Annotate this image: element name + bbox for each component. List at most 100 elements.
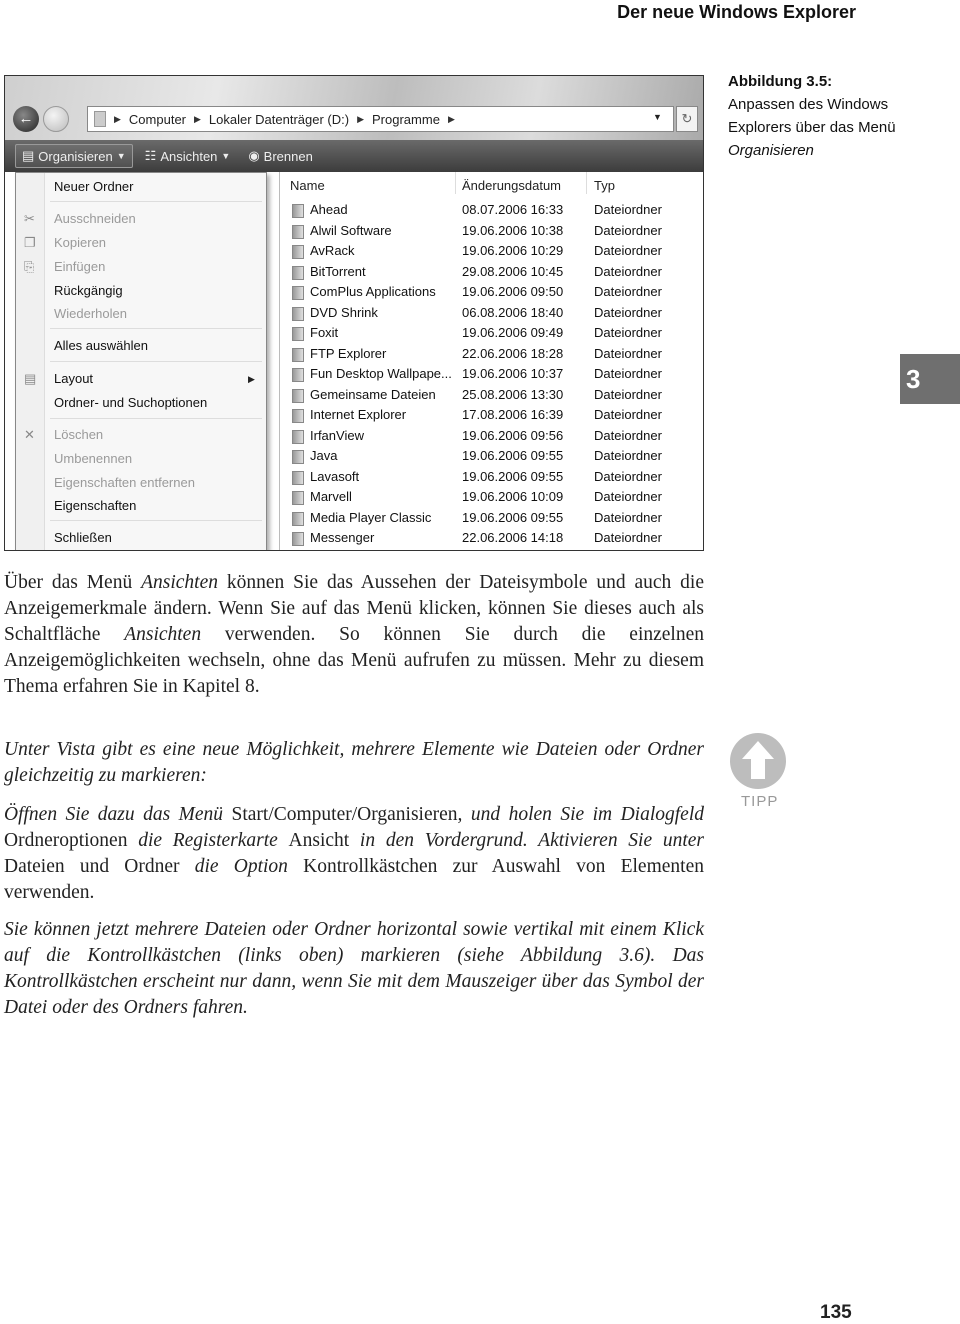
- file-row[interactable]: Fun Desktop Wallpape... 19.06.2006 10:37 D…: [280, 366, 703, 386]
- menu-item[interactable]: Löschen: [54, 427, 103, 442]
- emphasis: , und holen Sie im Dialogfeld: [457, 804, 704, 825]
- file-date: 06.08.2006 18:40: [462, 304, 564, 320]
- forward-button[interactable]: [43, 106, 69, 132]
- folder-icon: [292, 450, 304, 464]
- menu-separator: [50, 201, 262, 202]
- file-type: Dateiordner: [594, 222, 662, 238]
- menu-item[interactable]: Layout: [54, 371, 93, 386]
- menu-item[interactable]: Eigenschaften: [54, 498, 136, 513]
- folder-icon: [292, 511, 304, 526]
- file-type: Dateiordner: [594, 263, 662, 279]
- menu-item[interactable]: Umbenennen: [54, 451, 132, 466]
- file-row[interactable]: FTP Explorer 22.06.2006 18:28 Dateiordner: [280, 346, 703, 366]
- menu-item[interactable]: Ordner- und Suchoptionen: [54, 395, 207, 410]
- back-button[interactable]: ←: [13, 106, 39, 132]
- menu-item[interactable]: Eigenschaften entfernen: [54, 475, 195, 490]
- refresh-button[interactable]: ↻: [676, 106, 698, 132]
- layout-icon: ▤: [24, 371, 37, 386]
- file-row[interactable]: ComPlus Applications 19.06.2006 09:50 Date…: [280, 284, 703, 304]
- file-name: IrfanView: [310, 427, 364, 443]
- tip-paragraph: Sie können jetzt mehrere Dateien oder Or…: [4, 919, 704, 1018]
- column-header-type[interactable]: Typ: [594, 178, 615, 193]
- caption-label: Abbildung 3.5:: [728, 73, 833, 90]
- menu-item[interactable]: Alles auswählen: [54, 338, 148, 353]
- file-type: Dateiordner: [594, 407, 662, 422]
- page-number: 135: [820, 1302, 852, 1323]
- burn-button[interactable]: ◉ Brennen: [242, 145, 319, 167]
- chevron-right-icon: ▶: [447, 113, 455, 124]
- menu-separator: [50, 361, 262, 362]
- column-divider: [455, 172, 456, 194]
- file-date: 19.06.2006 10:09: [462, 489, 564, 504]
- file-type: Dateiordner: [594, 427, 662, 443]
- tip-paragraph: Öffnen Sie dazu das Menü Start/Computer/…: [4, 802, 704, 906]
- file-row[interactable]: Alwil Software 19.06.2006 10:38 Dateiordne…: [280, 223, 703, 243]
- emphasis: die Registerkarte: [127, 830, 289, 851]
- file-row[interactable]: Java 19.06.2006 09:55 Dateiordner: [280, 448, 703, 468]
- breadcrumb-item[interactable]: Lokaler Datenträger (D:): [209, 112, 349, 127]
- menu-item[interactable]: Ausschneiden: [54, 211, 136, 226]
- organize-label: Organisieren: [38, 148, 113, 164]
- folder-icon: [292, 409, 304, 423]
- file-name: Gemeinsame Dateien: [310, 386, 436, 402]
- menu-separator: [50, 328, 262, 329]
- file-row[interactable]: BitTorrent 29.08.2006 10:45 Dateiordner: [280, 264, 703, 284]
- menu-item[interactable]: Neuer Ordner: [54, 179, 133, 194]
- menu-separator: [50, 418, 262, 419]
- address-dropdown-icon[interactable]: ▼: [653, 112, 662, 122]
- organize-icon: ▤: [22, 148, 35, 163]
- text: Ansicht: [288, 830, 350, 851]
- menu-icon-gutter: [16, 173, 45, 550]
- file-name: Messenger: [310, 530, 375, 545]
- menu-item[interactable]: Einfügen: [54, 259, 105, 274]
- file-row[interactable]: Gemeinsame Dateien 25.08.2006 13:30 Dateio…: [280, 387, 703, 407]
- file-type: Dateiordner: [594, 325, 662, 340]
- file-row[interactable]: Media Player Classic 19.06.2006 09:55 Date…: [280, 510, 703, 530]
- column-divider: [586, 172, 587, 194]
- column-header-name[interactable]: Name: [290, 178, 325, 193]
- file-row[interactable]: Messenger 22.06.2006 14:18 Dateiordner: [280, 530, 703, 550]
- figure-caption: Abbildung 3.5: Anpassen des Windows Expl…: [728, 70, 948, 162]
- file-name: AvRack: [310, 243, 355, 258]
- file-row[interactable]: Foxit 19.06.2006 09:49 Dateiordner: [280, 325, 703, 345]
- file-row[interactable]: Lavasoft 19.06.2006 09:55 Dateiordner: [280, 469, 703, 489]
- views-button[interactable]: ☷ Ansichten ▼: [139, 145, 237, 167]
- file-row[interactable]: IrfanView 19.06.2006 09:56 Dateiordner: [280, 428, 703, 448]
- file-row[interactable]: AvRack 19.06.2006 10:29 Dateiordner: [280, 243, 703, 263]
- file-row[interactable]: DVD Shrink 06.08.2006 18:40 Dateiordner: [280, 305, 703, 325]
- menu-item[interactable]: Schließen: [54, 530, 112, 545]
- delete-x-icon: ✕: [24, 427, 35, 442]
- folder-icon: [94, 111, 106, 127]
- file-name: Internet Explorer: [310, 407, 407, 422]
- folder-icon: [292, 347, 304, 362]
- file-date: 19.06.2006 09:49: [462, 325, 564, 340]
- address-bar[interactable]: ▶ Computer ▶ Lokaler Datenträger (D:) ▶ …: [87, 106, 674, 132]
- file-row[interactable]: Marvell 19.06.2006 10:09 Dateiordner: [280, 489, 703, 509]
- chevron-right-icon: ▶: [194, 113, 201, 124]
- menu-item[interactable]: Rückgängig: [54, 283, 123, 298]
- emphasis: Ansichten: [124, 624, 202, 645]
- caption-text: Anpassen des Windows Explorers über das …: [728, 96, 896, 136]
- file-row[interactable]: Internet Explorer 17.08.2006 16:39 Dateior…: [280, 407, 703, 427]
- file-row[interactable]: Ahead 08.07.2006 16:33 Dateiordner: [280, 202, 703, 222]
- file-type: Dateiordner: [594, 202, 662, 217]
- file-date: 19.06.2006 09:55: [462, 509, 564, 525]
- file-type: Dateiordner: [594, 345, 662, 361]
- toolbar: ▤ Organisieren ▼ ☷ Ansichten ▼ ◉ Brennen: [5, 140, 703, 172]
- breadcrumb-item[interactable]: Programme: [372, 112, 440, 127]
- file-date: 25.08.2006 13:30: [462, 386, 564, 402]
- file-name: Fun Desktop Wallpape...: [310, 366, 452, 381]
- breadcrumb-item[interactable]: Computer: [129, 112, 186, 127]
- file-name: ComPlus Applications: [310, 284, 436, 299]
- folder-icon: [292, 327, 304, 341]
- submenu-arrow-icon: ▶: [248, 374, 255, 384]
- file-date: 19.06.2006 09:50: [462, 284, 564, 299]
- views-icon: ☷: [144, 148, 157, 163]
- folder-icon: [292, 470, 304, 485]
- paragraph: Über das Menü Ansichten können Sie das A…: [4, 570, 704, 700]
- menu-item[interactable]: Kopieren: [54, 235, 106, 250]
- organize-button[interactable]: ▤ Organisieren ▼: [15, 144, 133, 168]
- column-header-date[interactable]: Änderungsdatum: [462, 178, 561, 193]
- menu-item[interactable]: Wiederholen: [54, 306, 127, 321]
- folder-icon: [292, 306, 304, 321]
